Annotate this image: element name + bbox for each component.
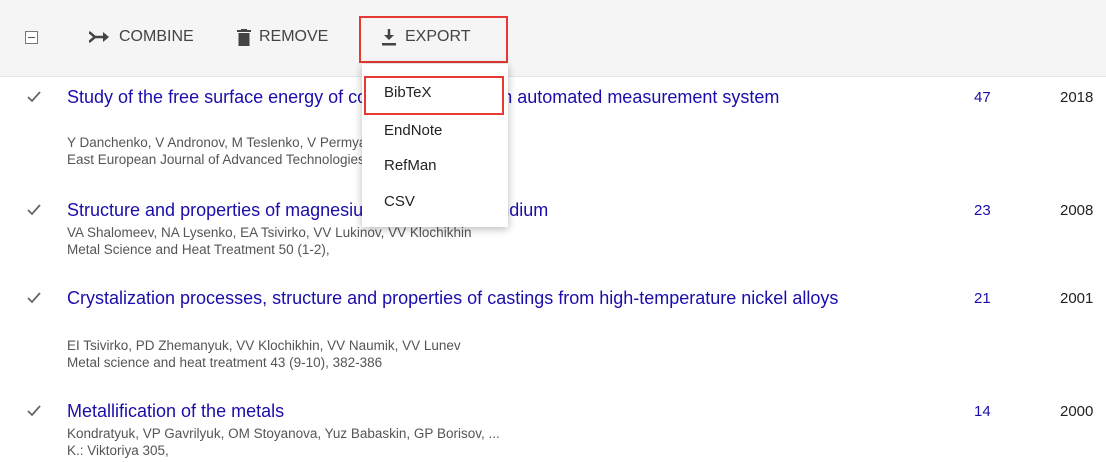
publication-year: 2008 (1060, 202, 1094, 219)
export-dropdown-menu: BibTeX EndNote RefMan CSV (362, 64, 508, 227)
checkmark-icon[interactable] (27, 91, 41, 103)
cited-by-count[interactable]: 47 (974, 86, 991, 109)
result-item: Study of the free surface energy of comp… (0, 86, 1106, 186)
cited-by-count[interactable]: 21 (974, 287, 991, 310)
result-venue: K.: Viktoriya 305, (67, 443, 169, 458)
checkmark-icon[interactable] (27, 292, 41, 304)
publication-year: 2018 (1060, 89, 1094, 106)
export-label: EXPORT (405, 28, 471, 45)
checkmark-icon[interactable] (27, 204, 41, 216)
export-endnote-option[interactable]: EndNote (384, 122, 442, 139)
publication-year: 2000 (1060, 403, 1094, 420)
remove-button[interactable]: REMOVE (237, 24, 328, 50)
result-venue: Metal science and heat treatment 43 (9-1… (67, 355, 383, 370)
export-bibtex-option[interactable]: BibTeX (384, 84, 432, 101)
cited-by-count[interactable]: 23 (974, 199, 991, 222)
action-toolbar: COMBINE REMOVE EXPORT (0, 0, 1106, 77)
result-item: Metallification of the metals Kondratyuk… (0, 400, 1106, 462)
result-item: Structure and properties of magnesium al… (0, 199, 1106, 269)
select-all-checkbox[interactable] (25, 31, 38, 44)
merge-arrow-icon (89, 31, 109, 43)
checkmark-icon[interactable] (27, 405, 41, 417)
export-button[interactable]: EXPORT (381, 24, 471, 50)
result-venue: East European Journal of Advanced Techno… (67, 152, 365, 167)
result-title[interactable]: Metallification of the metals (67, 400, 897, 423)
cited-by-count[interactable]: 14 (974, 400, 991, 423)
result-venue: Metal Science and Heat Treatment 50 (1-2… (67, 242, 330, 257)
combine-button[interactable]: COMBINE (89, 24, 194, 50)
remove-label: REMOVE (259, 28, 329, 45)
publication-year: 2001 (1060, 290, 1094, 307)
result-title[interactable]: Crystalization processes, structure and … (67, 287, 897, 310)
export-refman-option[interactable]: RefMan (384, 157, 437, 174)
trash-icon (237, 28, 251, 46)
result-item: Crystalization processes, structure and … (0, 287, 1106, 382)
download-icon (382, 28, 396, 45)
combine-label: COMBINE (119, 28, 194, 45)
export-csv-option[interactable]: CSV (384, 193, 415, 210)
result-authors: Kondratyuk, VP Gavrilyuk, OM Stoyanova, … (67, 426, 500, 441)
result-authors: EI Tsivirko, PD Zhemanyuk, VV Klochikhin… (67, 338, 461, 353)
